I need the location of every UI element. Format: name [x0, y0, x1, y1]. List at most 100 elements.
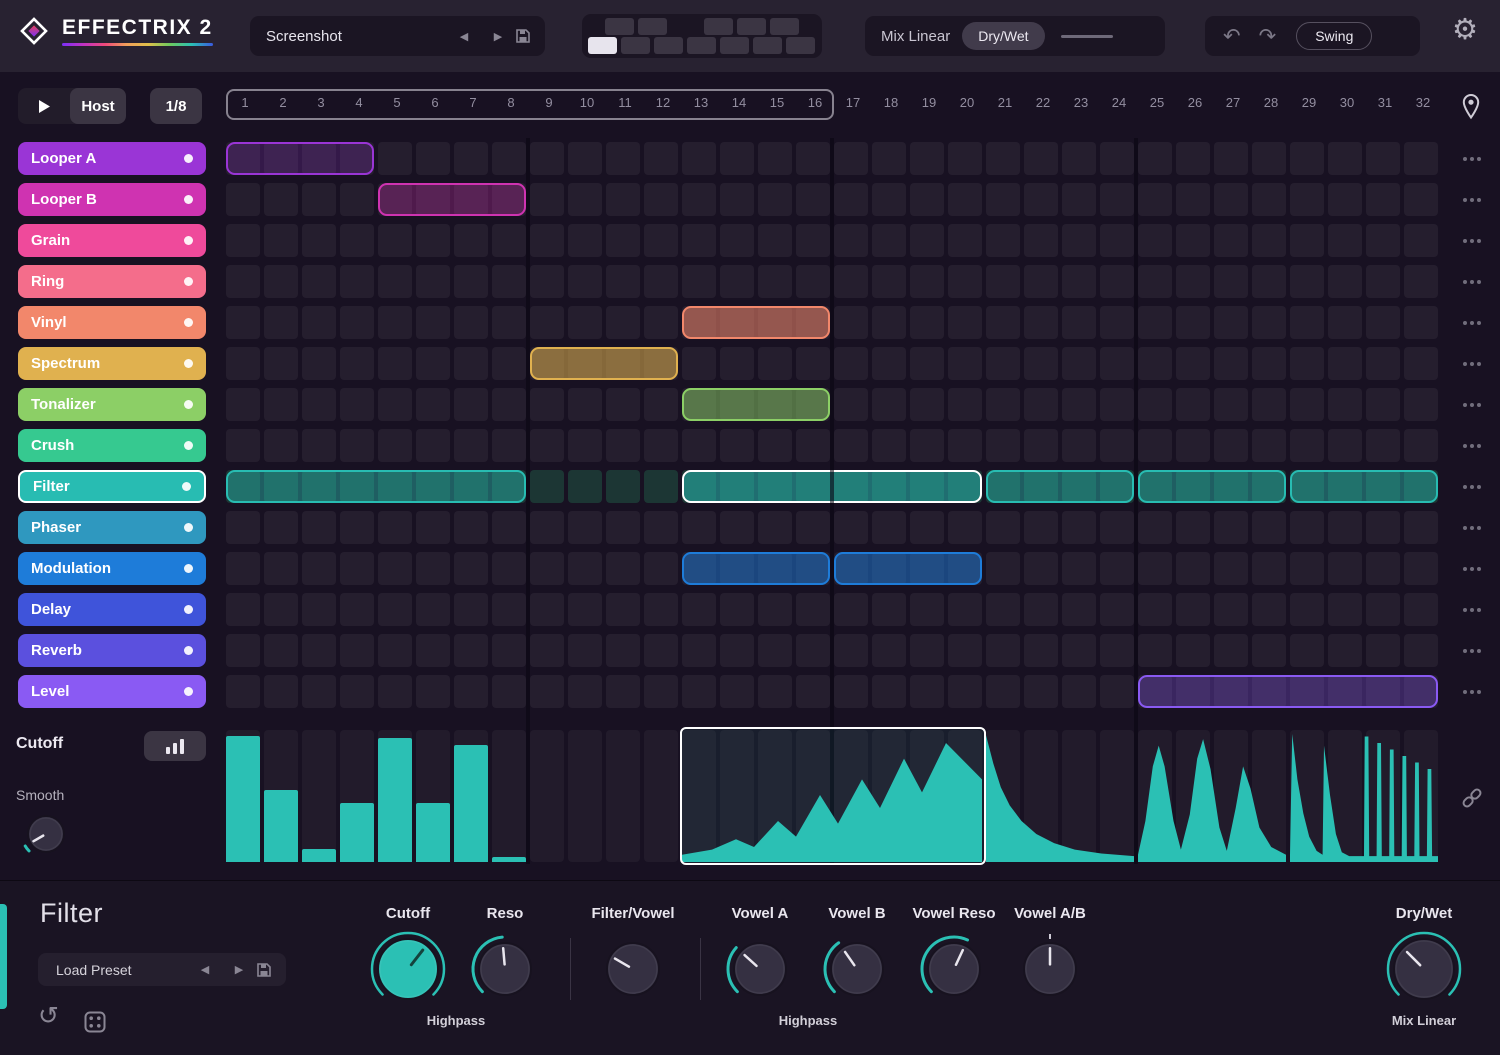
grid-cell[interactable]: [758, 183, 792, 216]
grid-cell[interactable]: [644, 593, 678, 626]
random-dice-icon[interactable]: [84, 1011, 106, 1033]
grid-cell[interactable]: [948, 634, 982, 667]
grid-cell[interactable]: [378, 347, 412, 380]
pattern-key[interactable]: [720, 37, 749, 54]
grid-cell[interactable]: [1176, 306, 1210, 339]
link-icon[interactable]: [1460, 786, 1484, 810]
grid-cell[interactable]: [302, 593, 336, 626]
grid-cell[interactable]: [530, 511, 564, 544]
grid-cell[interactable]: [1024, 593, 1058, 626]
grid-cell[interactable]: [378, 224, 412, 257]
grid-cell[interactable]: [264, 224, 298, 257]
grid-cell[interactable]: [1176, 429, 1210, 462]
grid-cell[interactable]: [834, 224, 868, 257]
grid-cell[interactable]: [1366, 142, 1400, 175]
grid-cell[interactable]: [986, 142, 1020, 175]
grid-cell[interactable]: [454, 224, 488, 257]
grid-cell[interactable]: [1062, 511, 1096, 544]
grid-cell[interactable]: [948, 265, 982, 298]
grid-cell[interactable]: [910, 347, 944, 380]
grid-cell[interactable]: [682, 511, 716, 544]
grid-cell[interactable]: [1328, 634, 1362, 667]
grid-cell[interactable]: [1100, 142, 1134, 175]
grid-cell[interactable]: [720, 265, 754, 298]
grid-cell[interactable]: [1100, 224, 1134, 257]
grid-cell[interactable]: [1252, 552, 1286, 585]
grid-cell[interactable]: [834, 593, 868, 626]
timeline-step[interactable]: 18: [872, 95, 910, 110]
grid-cell[interactable]: [568, 593, 602, 626]
grid-cell[interactable]: [302, 306, 336, 339]
pattern-key[interactable]: [703, 18, 733, 35]
grid-cell[interactable]: [378, 429, 412, 462]
cutoff-bar[interactable]: [340, 803, 374, 862]
grid-cell[interactable]: [1062, 593, 1096, 626]
grid-cell[interactable]: [416, 224, 450, 257]
grid-cell[interactable]: [1290, 183, 1324, 216]
grid-cell[interactable]: [1252, 511, 1286, 544]
grid-cell[interactable]: [378, 388, 412, 421]
grid-cell[interactable]: [226, 265, 260, 298]
timeline-step[interactable]: 21: [986, 95, 1024, 110]
grid-cell[interactable]: [1404, 429, 1438, 462]
grid-cell[interactable]: [226, 634, 260, 667]
grid-cell[interactable]: [1176, 224, 1210, 257]
grid-cell[interactable]: [226, 552, 260, 585]
grid-cell[interactable]: [1290, 265, 1324, 298]
grid-cell[interactable]: [1024, 347, 1058, 380]
grid-cell[interactable]: [758, 593, 792, 626]
grid-cell[interactable]: [1252, 388, 1286, 421]
timeline-step[interactable]: 29: [1290, 95, 1328, 110]
cutoff-bar[interactable]: [454, 745, 488, 862]
grid-cell[interactable]: [1100, 347, 1134, 380]
pattern-key[interactable]: [753, 37, 782, 54]
grid-cell[interactable]: [1214, 511, 1248, 544]
grid-cell[interactable]: [264, 511, 298, 544]
row-menu[interactable]: [1456, 183, 1488, 216]
grid-cell[interactable]: [1062, 675, 1096, 708]
grid-cell[interactable]: [264, 265, 298, 298]
grid-cell[interactable]: [1100, 388, 1134, 421]
grid-cell[interactable]: [1328, 593, 1362, 626]
grid-cell[interactable]: [568, 429, 602, 462]
grid-cell[interactable]: [568, 552, 602, 585]
grid-cell[interactable]: [1176, 593, 1210, 626]
pattern-key[interactable]: [654, 37, 683, 54]
grid-cell[interactable]: [302, 511, 336, 544]
grid-cell[interactable]: [1138, 347, 1172, 380]
grid-cell[interactable]: [682, 429, 716, 462]
grid-cell[interactable]: [454, 429, 488, 462]
grid-cell[interactable]: [948, 675, 982, 708]
grid-cell[interactable]: [1176, 552, 1210, 585]
grid-cell[interactable]: [454, 388, 488, 421]
grid-cell[interactable]: [872, 429, 906, 462]
grid-cell[interactable]: [416, 142, 450, 175]
pattern-key[interactable]: [736, 18, 766, 35]
grid-cell[interactable]: [416, 511, 450, 544]
pattern-block-filter[interactable]: [1290, 470, 1438, 503]
grid-cell[interactable]: [530, 470, 564, 503]
lane-cell[interactable]: [606, 730, 640, 862]
knob-vowel-a[interactable]: [724, 933, 796, 1005]
grid-cell[interactable]: [416, 593, 450, 626]
rate-button[interactable]: 1/8: [150, 88, 202, 124]
grid-cell[interactable]: [568, 388, 602, 421]
preset-next-icon[interactable]: ▶: [481, 30, 515, 43]
grid-cell[interactable]: [1404, 224, 1438, 257]
grid-cell[interactable]: [492, 224, 526, 257]
grid-cell[interactable]: [1176, 265, 1210, 298]
grid-cell[interactable]: [1100, 634, 1134, 667]
grid-cell[interactable]: [340, 429, 374, 462]
grid-cell[interactable]: [226, 306, 260, 339]
grid-cell[interactable]: [1252, 634, 1286, 667]
cutoff-curve[interactable]: [986, 730, 1134, 862]
grid-cell[interactable]: [416, 552, 450, 585]
track-ring[interactable]: Ring: [18, 265, 206, 298]
grid-cell[interactable]: [1214, 347, 1248, 380]
grid-cell[interactable]: [796, 265, 830, 298]
pattern-key[interactable]: [687, 37, 716, 54]
grid-cell[interactable]: [1062, 634, 1096, 667]
grid-cell[interactable]: [530, 388, 564, 421]
grid-cell[interactable]: [758, 265, 792, 298]
grid-cell[interactable]: [720, 142, 754, 175]
